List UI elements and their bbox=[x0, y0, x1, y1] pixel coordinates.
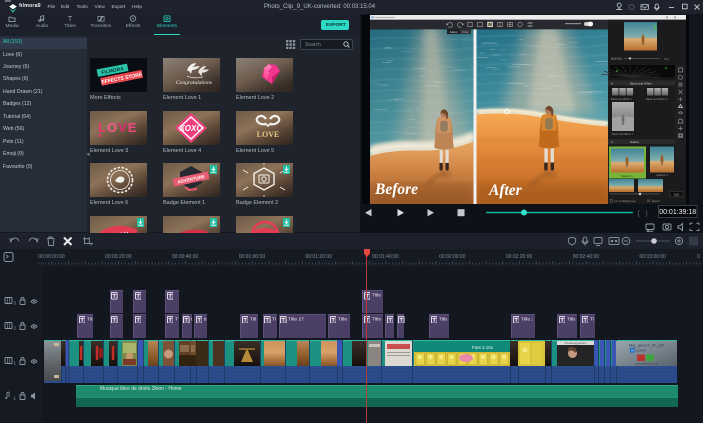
svg-text:3: 3 bbox=[14, 301, 17, 306]
svg-text:00:01:00:00: 00:01:00:00 bbox=[239, 254, 266, 260]
svg-text:in: in bbox=[631, 349, 634, 353]
svg-text:00:03:00:00: 00:03:00:00 bbox=[639, 254, 666, 260]
svg-text:⟩: ⟩ bbox=[645, 209, 648, 218]
svg-text:BURGK: BURGK bbox=[611, 57, 623, 61]
svg-text:⟨: ⟨ bbox=[637, 209, 640, 218]
svg-text:T: T bbox=[68, 16, 73, 22]
svg-text:Nature 3: Nature 3 bbox=[656, 173, 668, 177]
svg-text:LOVE: LOVE bbox=[98, 120, 137, 135]
svg-text:Congratulations: Congratulations bbox=[176, 80, 212, 86]
svg-text:XOXO: XOXO bbox=[178, 124, 203, 133]
svg-text:00:01:40:00: 00:01:40:00 bbox=[372, 254, 399, 260]
svg-text:1: 1 bbox=[14, 361, 17, 366]
svg-text:00:02:40:00: 00:02:40:00 bbox=[573, 254, 600, 260]
svg-text:0: 0 bbox=[697, 254, 700, 260]
svg-text:00:02:20:00: 00:02:20:00 bbox=[506, 254, 533, 260]
svg-text:00:00:40:00: 00:00:40:00 bbox=[172, 254, 199, 260]
svg-text:Nature 1: Nature 1 bbox=[621, 174, 633, 178]
svg-text:Black and White 7: Black and White 7 bbox=[612, 132, 633, 136]
svg-text:◄: ◄ bbox=[610, 139, 613, 143]
svg-text:Fast 3.10x: Fast 3.10x bbox=[472, 345, 494, 350]
svg-text:00:01:20:00: 00:01:20:00 bbox=[305, 254, 332, 260]
svg-text:◄: ◄ bbox=[610, 81, 613, 85]
svg-text:1:1 on Rolling loop: 1:1 on Rolling loop bbox=[614, 199, 636, 203]
svg-text:Black and White 1: Black and White 1 bbox=[611, 97, 632, 101]
svg-text:Linked: Linked bbox=[636, 349, 646, 353]
svg-text:00:00:20:00: 00:00:20:00 bbox=[105, 254, 132, 260]
svg-text:100: 100 bbox=[674, 192, 679, 196]
svg-text:LOVE: LOVE bbox=[257, 130, 280, 139]
svg-text:Export: Export bbox=[652, 199, 660, 203]
svg-text:00:00:00:00: 00:00:00:00 bbox=[38, 254, 65, 260]
svg-text:Adjust: Adjust bbox=[450, 30, 458, 34]
svg-text:Nature: Nature bbox=[630, 139, 639, 143]
svg-text:N/A: N/A bbox=[664, 57, 669, 61]
svg-text:Before: Before bbox=[374, 181, 418, 198]
svg-text:Black and White: Black and White bbox=[630, 81, 652, 85]
svg-text:www.bkgreen.co.uk: www.bkgreen.co.uk bbox=[635, 362, 658, 366]
svg-text:00:01:39:18: 00:01:39:18 bbox=[659, 209, 696, 216]
svg-text:2: 2 bbox=[14, 326, 17, 331]
svg-text:After: After bbox=[488, 182, 523, 199]
svg-text:1: 1 bbox=[14, 396, 17, 401]
svg-text:00:02:00:00: 00:02:00:00 bbox=[439, 254, 466, 260]
svg-text:Filter: Filter bbox=[462, 30, 468, 34]
svg-text:Black and White 3: Black and White 3 bbox=[646, 97, 667, 101]
svg-text:bkg_greeen_fin_UK: bkg_greeen_fin_UK bbox=[629, 343, 665, 348]
svg-text:virtualsuggestion: virtualsuggestion bbox=[564, 341, 587, 345]
